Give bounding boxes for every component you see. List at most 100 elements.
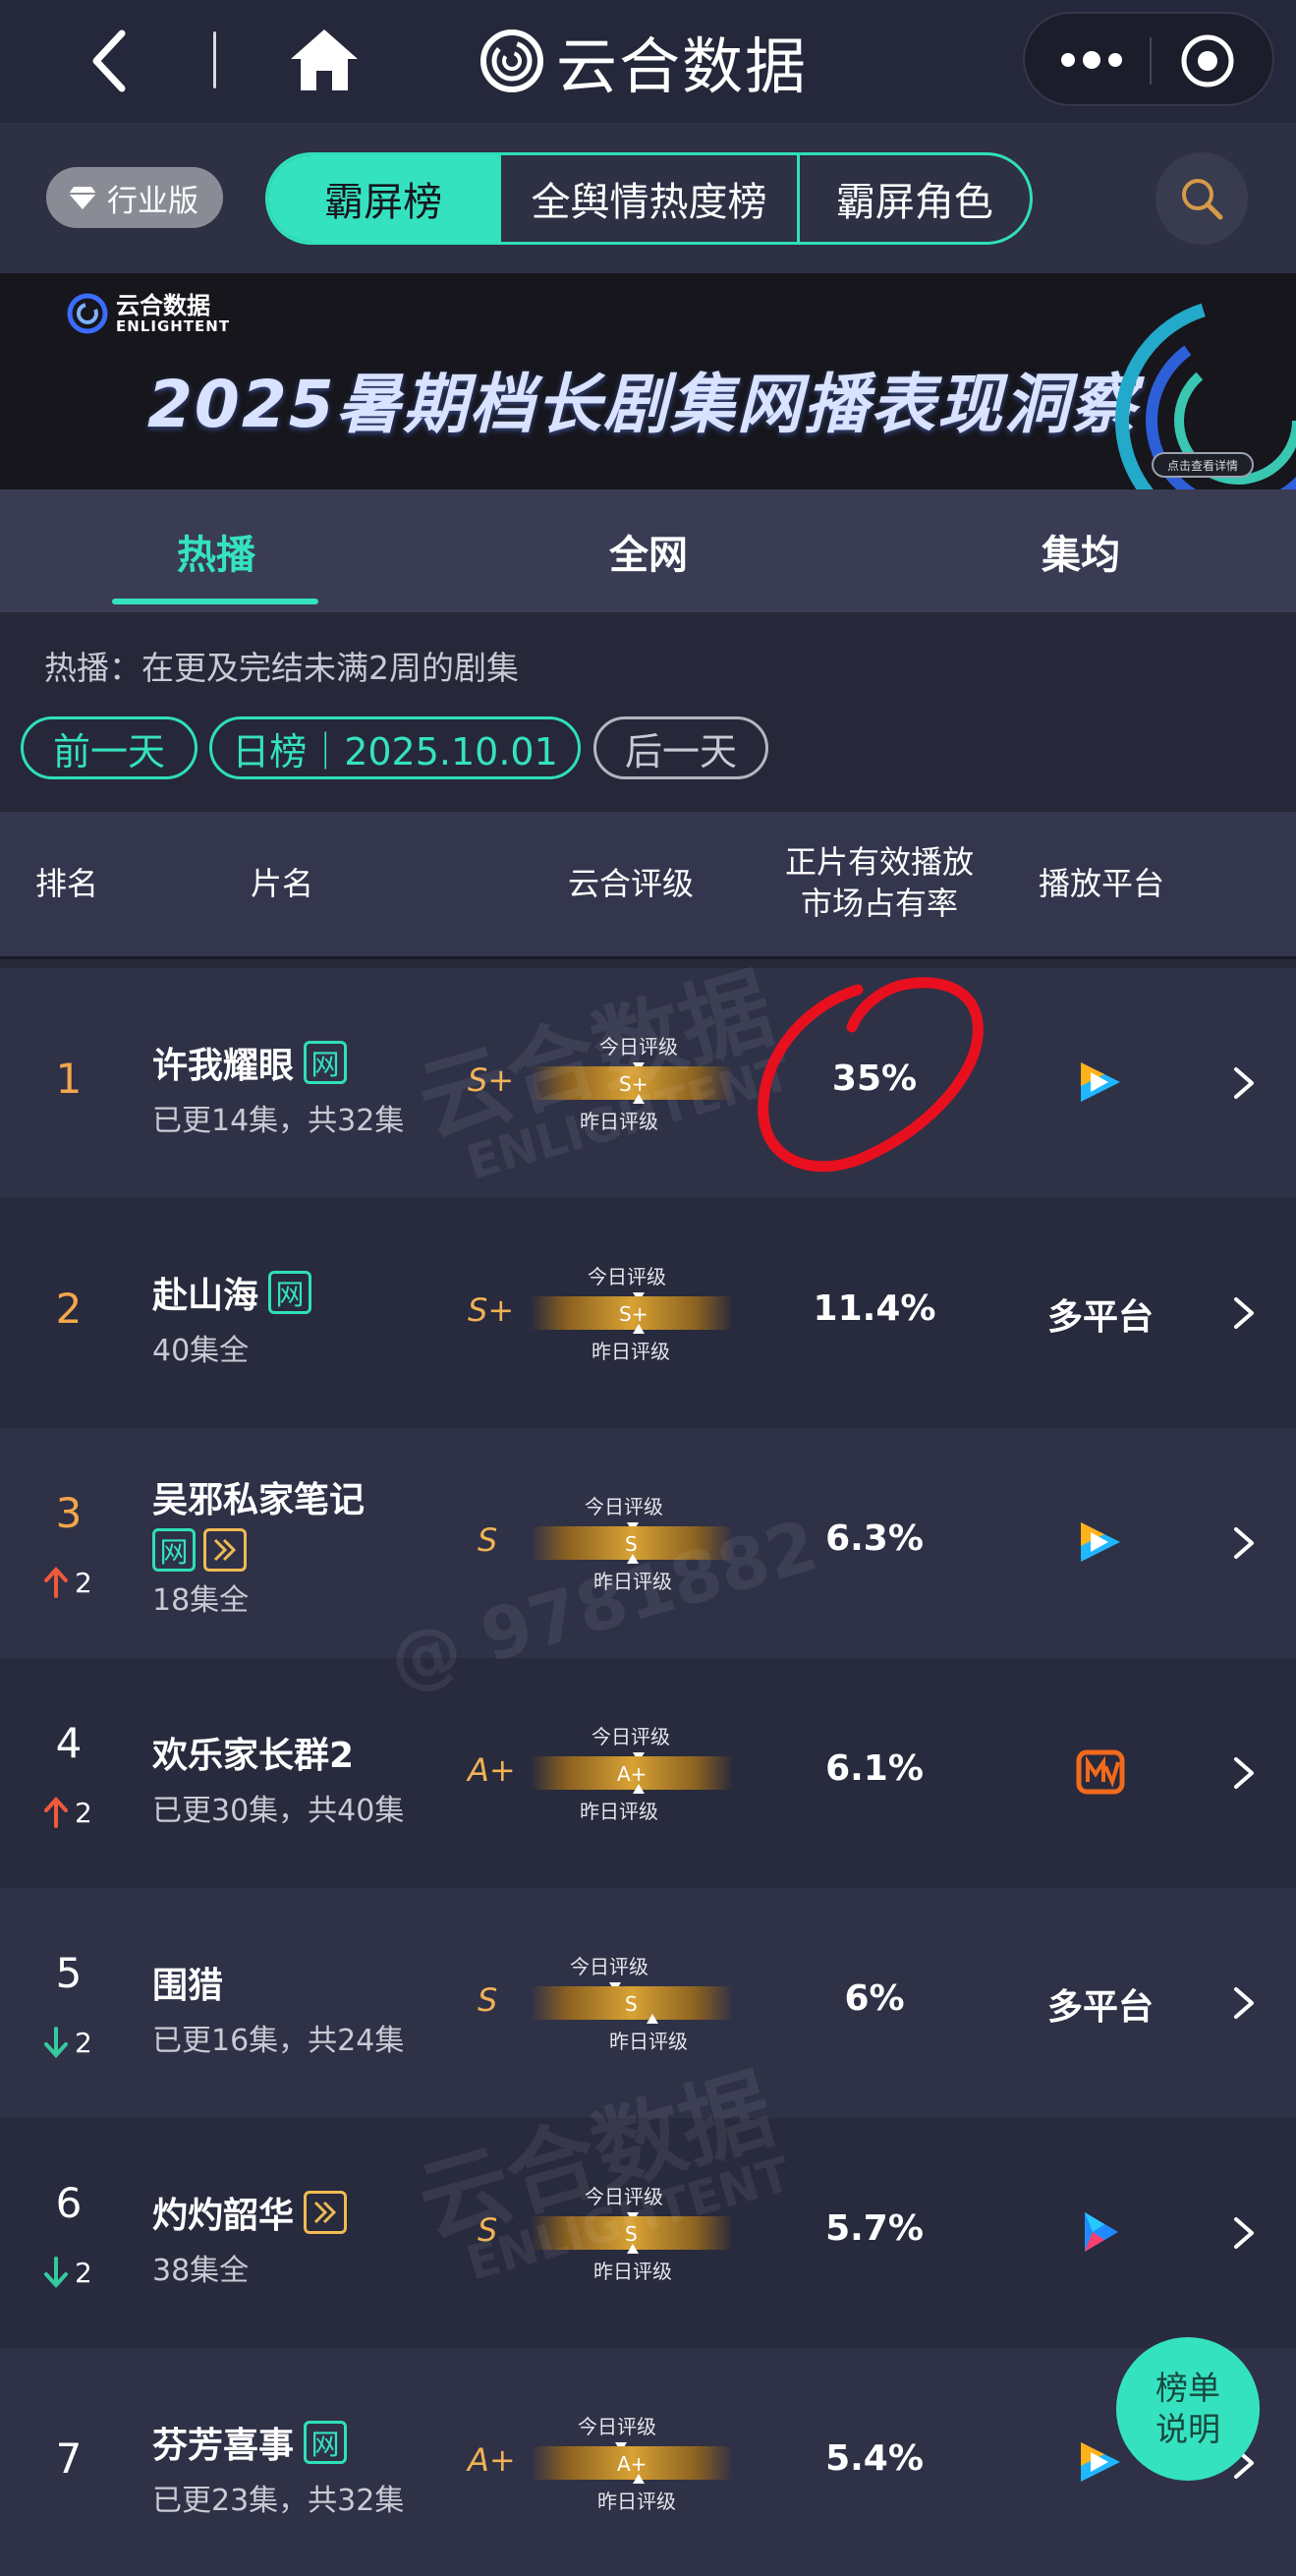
row-episode-status: 已更16集，共24集 [152, 2024, 405, 2058]
filter-description: 热播：在更及完结未满2周的剧集 [44, 649, 519, 687]
row-title-block: 许我耀眼网 已更14集，共32集 [152, 1037, 404, 1139]
next-day-button[interactable]: 后一天 [593, 716, 768, 779]
table-row[interactable]: 2 赴山海网 40集全 S+ 今日评级 S+ 昨日评级 11.4% 多平台 [0, 1198, 1296, 1428]
row-market-share: 11.4% [813, 1288, 936, 1329]
chevron-right-icon[interactable] [1228, 1981, 1260, 2025]
table-row[interactable]: 6 2 灼灼韶华 38集全 S 今日评级 S 昨日评级 5.7% [0, 2118, 1296, 2348]
chevron-right-icon[interactable] [1228, 1291, 1260, 1335]
yesterday-marker [633, 1094, 645, 1104]
tab-hot[interactable]: 热播 [108, 489, 324, 612]
rank-change: 2 [41, 2026, 92, 2059]
row-grade: A+ [468, 2441, 516, 2479]
gauge-value: S [625, 1532, 638, 1556]
web-drama-tag: 网 [268, 1271, 312, 1314]
gauge-value: A+ [617, 1762, 648, 1786]
rank-change-value: 2 [75, 2256, 92, 2289]
gauge-today-label: 今日评级 [570, 1955, 648, 1978]
row-title: 围猎 [152, 1966, 224, 2006]
rank-change-value: 2 [75, 1796, 92, 1829]
row-title: 赴山海 [152, 1276, 259, 1316]
table-header: 排名 片名 云合评级 正片有效播放 市场占有率 播放平台 [0, 812, 1296, 959]
rating-gauge: 今日评级 S 昨日评级 [531, 1949, 733, 2057]
header-platform: 播放平台 [1039, 865, 1165, 902]
gauge-yesterday-label: 昨日评级 [609, 2030, 688, 2053]
row-title: 吴邪私家笔记 [152, 1480, 366, 1520]
row-episode-status: 18集全 [152, 1583, 250, 1618]
close-target-icon[interactable] [1178, 31, 1237, 90]
capsule-divider [1150, 37, 1152, 85]
arrow-down-icon [44, 2027, 68, 2058]
row-episode-status: 40集全 [152, 1334, 250, 1368]
row-platform [1022, 1057, 1179, 1116]
date-picker-button[interactable]: 日榜｜2025.10.01 [209, 716, 581, 779]
table-row[interactable]: 5 2 围猎 已更16集，共24集 S 今日评级 S 昨日评级 6% 多平台 [0, 1888, 1296, 2118]
chevron-right-icon[interactable] [1228, 1061, 1260, 1105]
chevron-right-icon[interactable] [1228, 1751, 1260, 1795]
yesterday-marker [633, 1784, 645, 1794]
row-episode-status: 已更30集，共40集 [152, 1794, 405, 1828]
rating-gauge: 今日评级 S 昨日评级 [531, 2179, 733, 2287]
web-drama-tag: 网 [304, 1041, 348, 1084]
exclusive-play-tag [304, 2191, 348, 2234]
row-episode-status: 38集全 [152, 2254, 250, 2288]
row-platform: 多平台 [1046, 1297, 1154, 1338]
chevron-left-icon [92, 29, 126, 92]
row-market-share: 5.4% [825, 2438, 924, 2479]
ranking-list: 1 许我耀眼网 已更14集，共32集 S+ 今日评级 S+ 昨日评级 35% 2… [0, 968, 1296, 2576]
row-grade: S [478, 1521, 498, 1559]
row-grade: S [478, 1981, 498, 2019]
search-button[interactable] [1155, 152, 1248, 245]
app-title: 云合数据 [479, 22, 808, 102]
web-drama-tag: 网 [304, 2421, 348, 2464]
table-row[interactable]: 3 2 吴邪私家笔记 网 18集全 S 今日评级 S 昨日评级 6.3% [0, 1428, 1296, 1658]
industry-version-badge[interactable]: 行业版 [46, 167, 223, 228]
table-row[interactable]: 1 许我耀眼网 已更14集，共32集 S+ 今日评级 S+ 昨日评级 35% [0, 968, 1296, 1198]
rating-gauge: 今日评级 S+ 昨日评级 [531, 1029, 733, 1137]
tab-per-episode[interactable]: 集均 [973, 489, 1189, 612]
tab-all-network[interactable]: 全网 [540, 489, 757, 612]
row-platform [1022, 1746, 1179, 1806]
web-drama-tag: 网 [152, 1528, 196, 1572]
industry-badge-label: 行业版 [107, 183, 198, 219]
back-button[interactable] [77, 22, 145, 100]
tab-character-ranking[interactable]: 霸屏角色 [796, 155, 1030, 242]
gauge-today-label: 今日评级 [578, 2415, 656, 2438]
table-row[interactable]: 7 芬芳喜事网 已更23集，共32集 A+ 今日评级 A+ 昨日评级 5.4% [0, 2348, 1296, 2576]
ranking-explanation-button[interactable]: 榜单 说明 [1116, 2337, 1260, 2481]
active-tab-underline [112, 599, 318, 604]
row-rank: 7 [55, 2434, 83, 2483]
row-grade: S+ [468, 1291, 515, 1329]
home-button[interactable] [287, 26, 362, 94]
banner-cta[interactable]: 点击查看详情 [1152, 452, 1254, 478]
yesterday-marker [647, 2014, 658, 2024]
row-episode-status: 已更14集，共32集 [152, 1104, 405, 1138]
promo-banner[interactable]: 云合数据 ENLIGHTENT 2025暑期档长剧集网播表现洞察 点击查看详情 [0, 273, 1296, 489]
rank-change-value: 2 [75, 1566, 92, 1599]
nav-divider [213, 31, 216, 88]
table-row[interactable]: 4 2 欢乐家长群2 已更30集，共40集 A+ 今日评级 A+ 昨日评级 6.… [0, 1658, 1296, 1888]
row-platform: 多平台 [1046, 1987, 1154, 2028]
row-title-block: 欢乐家长群2 已更30集，共40集 [152, 1727, 404, 1829]
yunhe-logo-icon [480, 29, 543, 92]
tab-screen-ranking[interactable]: 霸屏榜 [268, 155, 499, 242]
more-dots-icon[interactable] [1052, 35, 1131, 85]
rating-gauge: 今日评级 A+ 昨日评级 [531, 2409, 733, 2517]
header-rating: 云合评级 [568, 865, 695, 902]
gauge-today-label: 今日评级 [588, 1265, 666, 1288]
gauge-value: S+ [619, 1302, 648, 1326]
rank-change-value: 2 [75, 2026, 92, 2059]
rank-change: 2 [41, 2256, 92, 2289]
prev-day-button[interactable]: 前一天 [21, 716, 197, 779]
explain-line2: 说明 [1155, 2410, 1220, 2448]
exclusive-play-tag [203, 1528, 247, 1572]
top-navigation-bar: 云合数据 [0, 0, 1296, 123]
row-title-block: 灼灼韶华 38集全 [152, 2187, 348, 2289]
row-platform [1022, 2206, 1179, 2266]
gauge-today-label: 今日评级 [599, 1035, 678, 1059]
rating-gauge: 今日评级 S+ 昨日评级 [531, 1259, 733, 1367]
banner-brand-cn: 云合数据 [116, 291, 210, 319]
gauge-value: A+ [617, 2452, 648, 2476]
chevron-right-icon[interactable] [1228, 1521, 1260, 1565]
tab-sentiment-ranking[interactable]: 全舆情热度榜 [498, 155, 797, 242]
chevron-right-icon[interactable] [1228, 2211, 1260, 2255]
